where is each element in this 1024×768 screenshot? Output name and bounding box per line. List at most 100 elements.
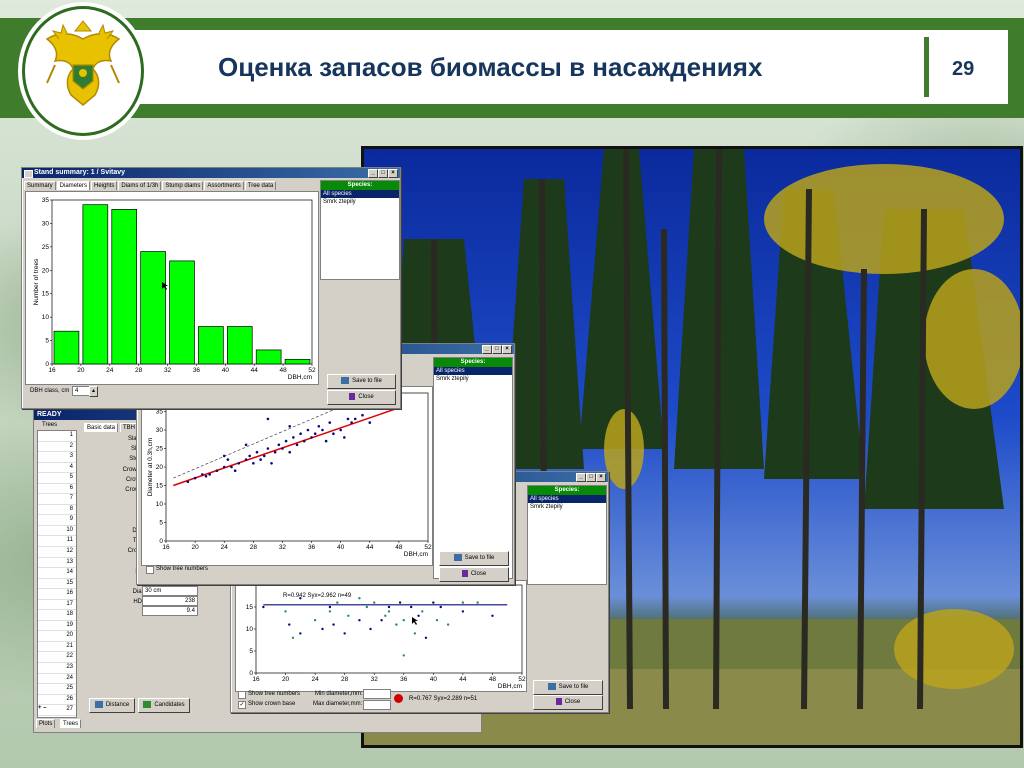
data-point	[233, 469, 237, 472]
close-button-1[interactable]: Close	[327, 390, 396, 405]
data-point	[310, 436, 313, 439]
data-point	[230, 465, 233, 469]
diam03h-field[interactable]: 238	[142, 596, 198, 606]
species-list-2[interactable]: Species: All species Smrk ztepilý	[433, 357, 513, 579]
data-point	[281, 447, 284, 450]
close-window-button[interactable]: ×	[596, 473, 606, 482]
save-to-file-button-2[interactable]: Save to file	[439, 551, 509, 566]
tab-summary[interactable]: Summary	[24, 181, 56, 190]
tree-row-number[interactable]: 21	[38, 642, 76, 653]
tree-row-number[interactable]: 11	[38, 536, 76, 548]
tree-row-number[interactable]: 19	[38, 621, 76, 632]
max-diameter-field[interactable]	[363, 700, 391, 710]
species-item-spruce-1[interactable]: Smrk ztepilý	[321, 198, 399, 206]
data-point	[273, 450, 277, 454]
close-button-2[interactable]: Close	[439, 567, 509, 582]
species-item-all-3[interactable]: All species	[528, 495, 606, 503]
floppy-icon	[547, 682, 556, 690]
species-list-1[interactable]: Species: All species Smrk ztepilý	[320, 180, 400, 280]
tree-row-number[interactable]: 24	[38, 674, 76, 685]
header-divider	[924, 37, 929, 97]
minimize-button[interactable]: _	[576, 473, 586, 482]
stand-summary-window: Stand summary: 1 / Svitavy _ □ × Summary…	[21, 167, 401, 409]
stand-summary-titlebar: Stand summary: 1 / Svitavy _ □ ×	[22, 168, 400, 178]
species-item-spruce-2[interactable]: Smrk ztepilý	[434, 375, 512, 383]
data-point	[347, 614, 350, 617]
tree-row-number[interactable]: 6	[38, 484, 76, 495]
data-point	[277, 443, 281, 447]
maximize-button[interactable]: □	[378, 169, 388, 178]
tree-row-number[interactable]: 20	[38, 631, 76, 642]
tree-row-number[interactable]: 9	[38, 515, 76, 526]
tree-row-number[interactable]: 7	[38, 494, 76, 505]
tree-row-number[interactable]: 28	[38, 716, 76, 718]
tab-basic-data[interactable]: Basic data	[84, 423, 119, 432]
hdiam03h-field[interactable]: 9.4	[142, 606, 198, 616]
tab-diams-of-1-3h[interactable]: Diams of 1/3h	[118, 181, 162, 190]
tab-tree-data[interactable]: Tree data	[244, 181, 277, 190]
tree-row-number[interactable]: 14	[38, 568, 76, 579]
minimize-button[interactable]: _	[368, 169, 378, 178]
tree-row-number[interactable]: 26	[38, 695, 76, 706]
y-tick-label: 15	[42, 291, 50, 298]
show-tree-numbers-checkbox-3[interactable]	[238, 691, 246, 699]
data-point	[284, 439, 288, 443]
species-list-3[interactable]: Species: All species Smrk ztepilý	[527, 485, 607, 585]
tab-plots[interactable]: Plots	[36, 719, 56, 728]
tree-row-number[interactable]: 17	[38, 600, 76, 611]
show-tree-numbers-checkbox-2[interactable]	[146, 566, 154, 574]
tree-row-number[interactable]: 5	[38, 473, 76, 484]
tree-row-number[interactable]: 22	[38, 652, 76, 664]
histogram-bar	[53, 330, 80, 365]
x-tick-label: 48	[279, 367, 287, 374]
x-axis-label: DBH,cm	[498, 683, 522, 690]
x-tick-label: 16	[48, 367, 56, 374]
tree-row-number[interactable]: 10	[38, 526, 76, 537]
close-button-3[interactable]: Close	[533, 695, 603, 710]
tree-row-number[interactable]: 23	[38, 663, 76, 674]
tab-stump-diams[interactable]: Stump diams	[162, 181, 204, 190]
add-remove-row-controls[interactable]: + –	[38, 705, 47, 711]
data-point	[252, 462, 255, 465]
refresh-icon[interactable]	[394, 694, 403, 703]
tab-diameters[interactable]: Diameters	[56, 181, 91, 190]
maximize-button[interactable]: □	[586, 473, 596, 482]
x-tick-label: 20	[282, 676, 290, 683]
tree-row-number[interactable]: 4	[38, 463, 76, 474]
x-tick-label: 28	[341, 676, 349, 683]
tree-row-number[interactable]: 13	[38, 558, 76, 569]
close-window-button[interactable]: ×	[502, 345, 512, 354]
minimize-button[interactable]: _	[482, 345, 492, 354]
tab-heights[interactable]: Heights	[91, 181, 118, 190]
hstump-select[interactable]: 30 cm	[142, 586, 198, 596]
close-window-button[interactable]: ×	[388, 169, 398, 178]
tab-trees[interactable]: Trees	[60, 719, 82, 728]
tree-row-number[interactable]: 15	[38, 579, 76, 590]
data-point	[332, 623, 335, 626]
tree-row-number[interactable]: 12	[38, 547, 76, 558]
candidates-button[interactable]: Candidates	[138, 698, 190, 713]
dbh-class-spin-arrows[interactable]: ▴	[89, 386, 98, 397]
tree-row-number[interactable]: 2	[38, 442, 76, 453]
save-to-file-button-1[interactable]: Save to file	[327, 374, 396, 389]
data-point	[384, 614, 387, 617]
min-diameter-field[interactable]	[363, 689, 391, 699]
species-item-all-1[interactable]: All species	[321, 190, 399, 198]
tree-row-number[interactable]: 3	[38, 452, 76, 463]
x-tick-label: 24	[311, 676, 319, 683]
heights-plot: 16 20 24 28 32 36 40 44 48 52 0 5 10 15 DBH,cm	[235, 580, 527, 692]
distance-button[interactable]: Distance	[89, 698, 135, 713]
tree-row-number[interactable]: 16	[38, 589, 76, 600]
x-tick-label: 32	[164, 367, 172, 374]
save-to-file-button-3[interactable]: Save to file	[533, 680, 603, 695]
species-item-all-2[interactable]: All species	[434, 367, 512, 375]
tree-row-number[interactable]: 8	[38, 505, 76, 516]
tree-row-list[interactable]: 1 2 3 4 5 6 7 8 9 10 11 12 13 14 15 16 17 18 19 20 21 22 23 24 2…	[37, 430, 77, 718]
tree-row-number[interactable]: 25	[38, 684, 76, 695]
maximize-button[interactable]: □	[492, 345, 502, 354]
tree-row-number[interactable]: 18	[38, 610, 76, 621]
tree-row-number[interactable]: 1	[38, 431, 76, 442]
species-item-spruce-3[interactable]: Smrk ztepilý	[528, 503, 606, 511]
show-crown-base-checkbox[interactable]: ✓	[238, 701, 246, 709]
tab-assortments[interactable]: Assortments	[204, 181, 244, 190]
